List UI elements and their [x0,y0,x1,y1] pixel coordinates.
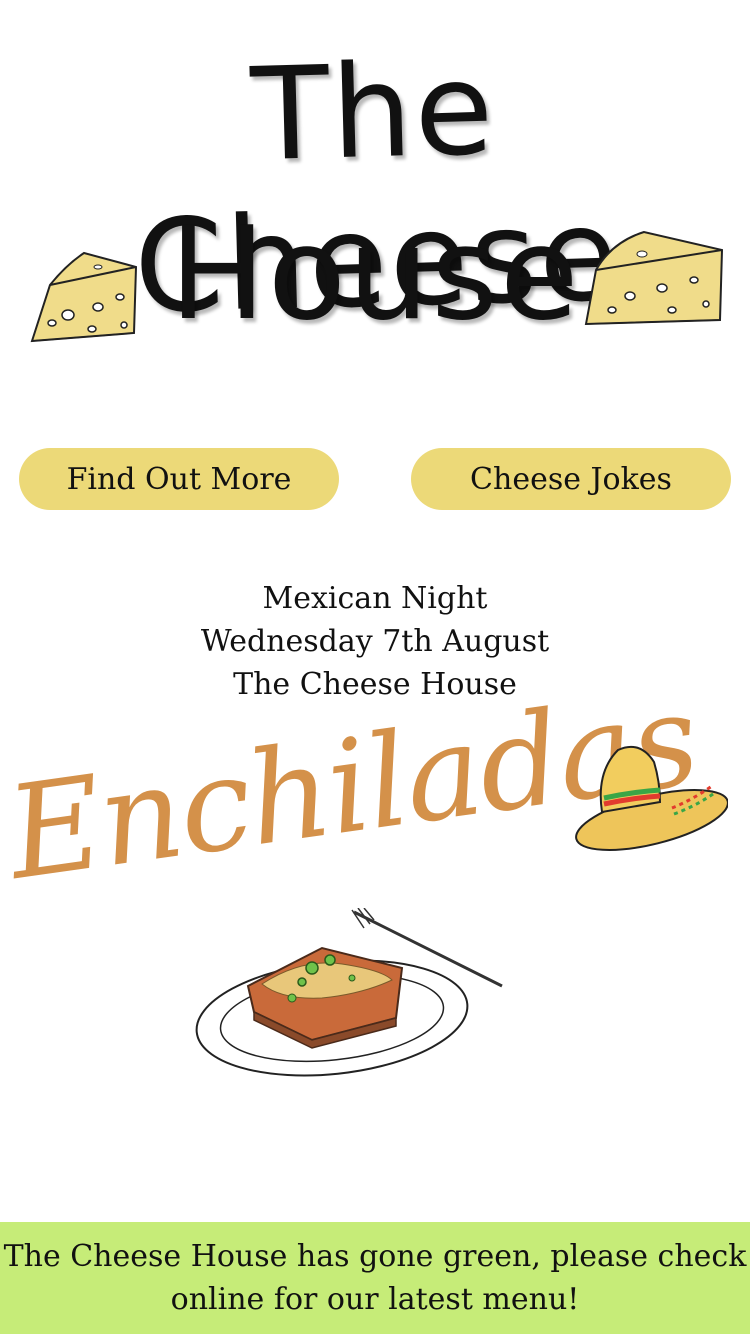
cheese-jokes-button[interactable]: Cheese Jokes [411,448,731,510]
find-out-more-button[interactable]: Find Out More [19,448,339,510]
footer-notice-text: The Cheese House has gone green, please … [3,1239,747,1317]
event-name: Mexican Night [262,581,488,616]
event-date: Wednesday 7th August [200,624,550,659]
nav-buttons: Find Out More Cheese Jokes [0,448,750,510]
enchilada-plate-icon [195,908,503,1077]
site-header: The Cheese House [0,0,750,420]
cheese-wedge-icon [584,230,724,326]
cheese-wedge-icon [30,251,138,343]
sombrero-icon [575,746,728,851]
green-notice-footer: The Cheese House has gone green, please … [0,1222,750,1334]
